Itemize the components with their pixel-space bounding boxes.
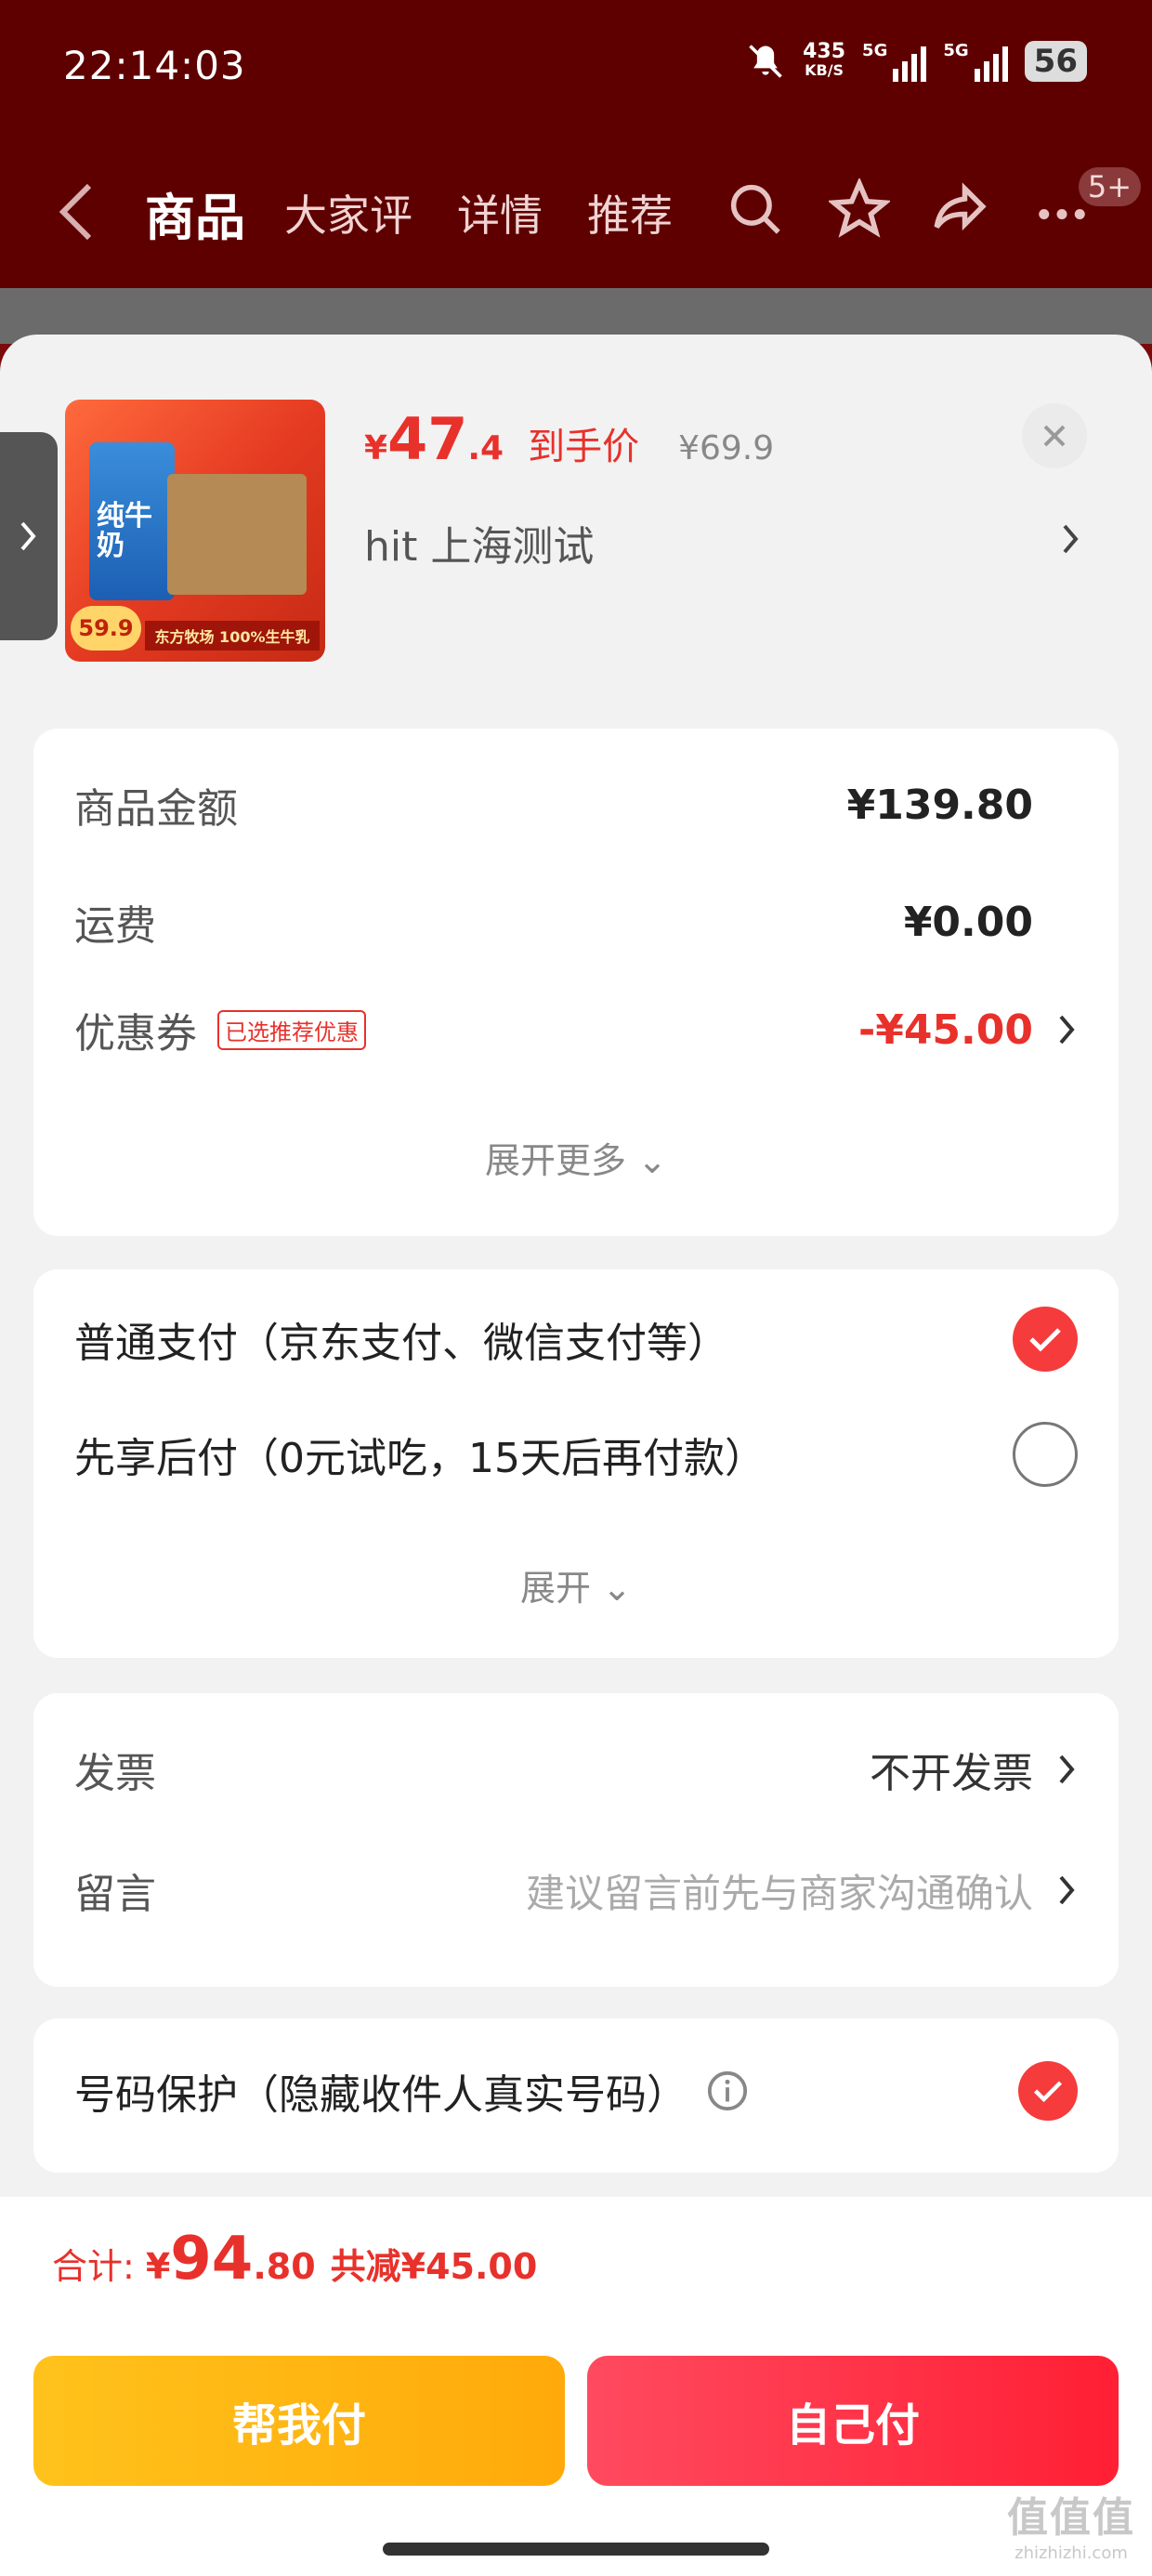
clock: 22:14:03 (63, 43, 246, 88)
payment-option-label: 普通支付（京东支付、微信支付等） (74, 1320, 728, 1367)
shipping-row: 运费 ¥0.00 (74, 892, 1078, 952)
milk-box-graphic: 纯牛奶 (89, 442, 175, 600)
number-protection-row[interactable]: 号码保护（隐藏收件人真实号码） (74, 2061, 1078, 2121)
goods-amount-value: ¥139.80 (846, 781, 1033, 829)
share-icon[interactable] (929, 178, 990, 240)
chevron-right-icon[interactable] (1059, 519, 1081, 559)
status-bar: 22:14:03 435 KB/S 5G 5G 56 (0, 0, 1152, 139)
image-price: 59.9 (71, 606, 141, 651)
shipping-label: 运费 (74, 902, 156, 950)
payment-method-card: 普通支付（京东支付、微信支付等） 先享后付（0元试吃，15天后再付款） 展开 ⌄ (33, 1269, 1119, 1658)
price-label: 到手价 (528, 426, 640, 468)
price-summary-card: 商品金额 ¥139.80 运费 ¥0.00 优惠券 已选推荐优惠 -¥45.00… (33, 729, 1119, 1236)
status-icons: 435 KB/S 5G 5G 56 (745, 41, 1087, 82)
signal-icon: 5G (862, 41, 927, 82)
tab-details[interactable]: 详情 (457, 182, 543, 243)
coupon-value: -¥45.00 (857, 1005, 1033, 1054)
price-integer: 47 (387, 405, 468, 473)
original-price: ¥69.9 (678, 429, 775, 467)
unchecked-radio-icon[interactable] (1013, 1422, 1078, 1487)
number-protection-label: 号码保护（隐藏收件人真实号码） (74, 2071, 687, 2119)
payment-option-normal[interactable]: 普通支付（京东支付、微信支付等） (74, 1307, 1078, 1372)
close-button[interactable] (1022, 403, 1087, 468)
total-label: 合计: (52, 2246, 135, 2287)
net-speed-value: 435 (803, 40, 846, 63)
total-line: 合计: ¥ 94 .80 共减¥45.00 (52, 2225, 537, 2293)
signal-label: 5G (862, 41, 888, 60)
help-me-pay-button[interactable]: 帮我付 (33, 2356, 565, 2486)
chevron-right-icon (1059, 1015, 1075, 1045)
price-decimal: .4 (467, 429, 504, 467)
goods-amount-row: 商品金额 ¥139.80 (74, 775, 1078, 835)
close-icon (1043, 425, 1066, 447)
bell-muted-icon (749, 45, 782, 78)
search-icon[interactable] (725, 178, 786, 240)
price-line: ¥ 47 .4 到手价 ¥69.9 (364, 405, 774, 473)
image-strip: 东方牧场 100%生牛乳 (145, 621, 320, 651)
box-text: 纯牛奶 (97, 500, 152, 562)
invoice-value: 不开发票 (870, 1750, 1033, 1797)
top-nav: 商品 大家评 详情 推荐 5+ (0, 139, 1152, 288)
invoice-label: 发票 (74, 1750, 156, 1797)
tab-reviews[interactable]: 大家评 (284, 182, 412, 243)
info-icon[interactable] (706, 2070, 749, 2112)
expand-more-link[interactable]: 展开更多 ⌄ (33, 1132, 1119, 1183)
shipping-value: ¥0.00 (903, 898, 1033, 946)
coupon-tag: 已选推荐优惠 (217, 1009, 366, 1050)
watermark-logo: 值值值 (1007, 2494, 1135, 2542)
battery-indicator: 56 (1024, 41, 1087, 82)
signal-label: 5G (943, 41, 969, 60)
payment-option-label: 先享后付（0元试吃，15天后再付款） (74, 1435, 766, 1482)
total-saved: 共减¥45.00 (330, 2246, 538, 2287)
total-decimal: .80 (253, 2246, 316, 2287)
tab-product[interactable]: 商品 (145, 177, 245, 250)
checked-radio-icon[interactable] (1013, 1307, 1078, 1372)
coupon-label: 优惠券 (74, 1010, 197, 1058)
watermark: 值值值 zhizhizhi.com (1007, 2484, 1135, 2563)
side-expand-tab[interactable] (0, 432, 58, 640)
watermark-url: zhizhizhi.com (1015, 2543, 1128, 2563)
coupon-row[interactable]: 优惠券 已选推荐优惠 -¥45.00 (74, 1000, 1078, 1059)
expand-payment-link[interactable]: 展开 ⌄ (33, 1559, 1119, 1610)
goods-amount-label: 商品金额 (74, 785, 238, 833)
invoice-message-card: 发票 不开发票 留言 建议留言前先与商家沟通确认 (33, 1693, 1119, 1987)
checked-checkbox-icon[interactable] (1018, 2061, 1078, 2121)
product-image[interactable]: 纯牛奶 59.9 东方牧场 100%生牛乳 (65, 400, 325, 662)
price-symbol: ¥ (364, 429, 388, 467)
message-label: 留言 (74, 1871, 156, 1918)
net-speed-unit: KB/S (805, 61, 844, 79)
pay-myself-button[interactable]: 自己付 (587, 2356, 1119, 2486)
product-name[interactable]: hit 上海测试 (364, 513, 594, 572)
home-indicator[interactable] (383, 2543, 769, 2556)
total-symbol: ¥ (145, 2246, 171, 2287)
net-speed: 435 KB/S (803, 40, 846, 80)
payment-option-bnpl[interactable]: 先享后付（0元试吃，15天后再付款） (74, 1422, 1078, 1487)
chevron-right-icon (1059, 1755, 1075, 1784)
carton-graphic (167, 474, 307, 595)
message-count-badge: 5+ (1078, 167, 1141, 206)
tab-recommend[interactable]: 推荐 (587, 182, 673, 243)
invoice-row[interactable]: 发票 不开发票 (74, 1740, 1078, 1799)
back-arrow-icon[interactable] (56, 182, 97, 242)
chevron-right-icon (20, 521, 36, 551)
signal-icon: 5G (943, 41, 1008, 82)
star-icon[interactable] (829, 178, 890, 240)
message-row[interactable]: 留言 建议留言前先与商家沟通确认 (74, 1860, 1078, 1920)
number-protection-card: 号码保护（隐藏收件人真实号码） (33, 2018, 1119, 2173)
total-integer: 94 (170, 2225, 254, 2293)
message-placeholder: 建议留言前先与商家沟通确认 (525, 1870, 1033, 1916)
chevron-right-icon (1059, 1875, 1075, 1905)
